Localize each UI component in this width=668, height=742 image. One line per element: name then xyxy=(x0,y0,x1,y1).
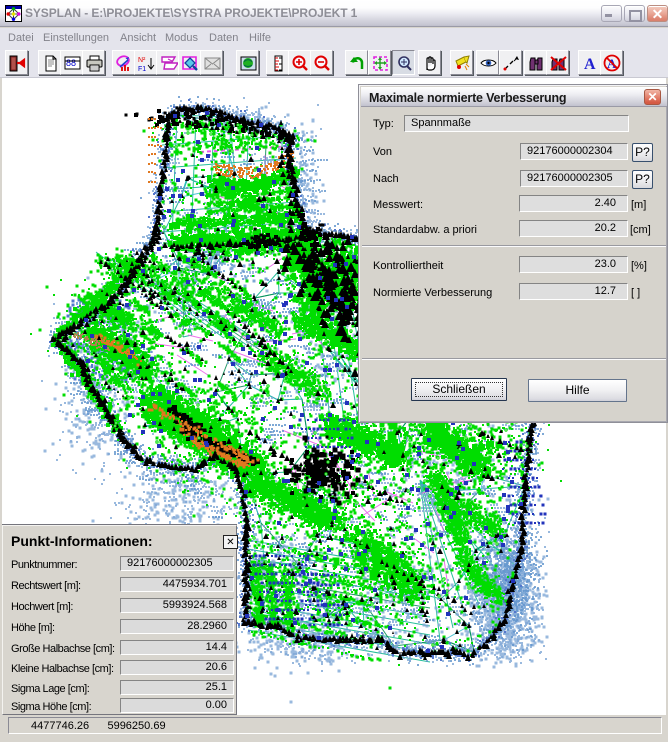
svg-text:88: 88 xyxy=(66,58,76,68)
svg-text:F1: F1 xyxy=(138,66,146,73)
svg-text:A: A xyxy=(584,56,596,73)
svg-text:N²: N² xyxy=(138,57,146,64)
